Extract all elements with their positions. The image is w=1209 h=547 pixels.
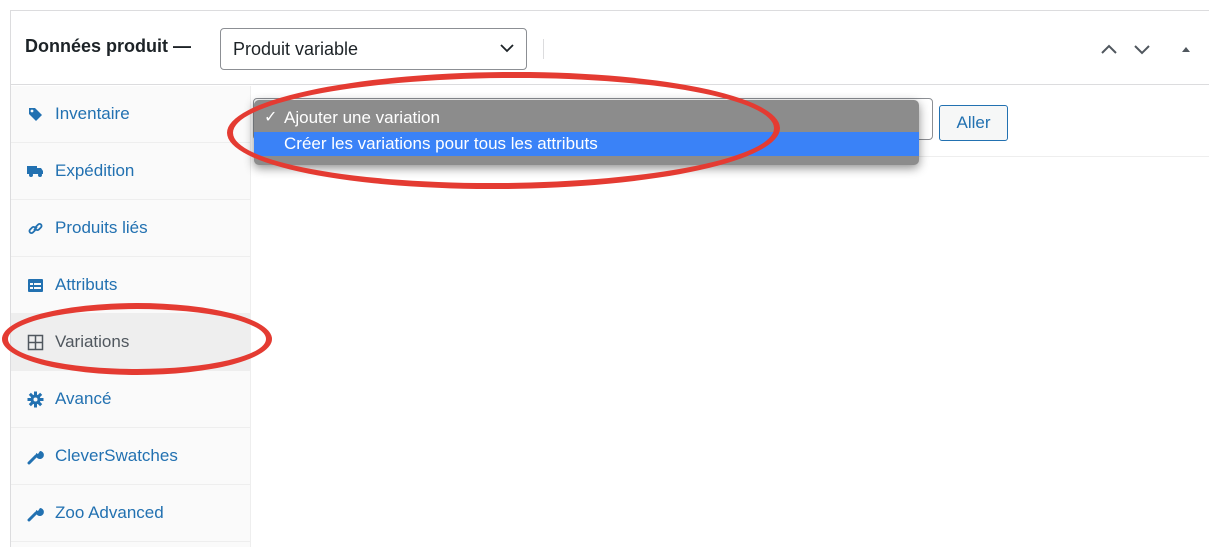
product-data-header: Données produit — Produit variable [11, 11, 1209, 85]
grid-icon [25, 332, 45, 352]
product-data-panel: Données produit — Produit variable Inven… [10, 10, 1209, 547]
list-view-icon [25, 275, 45, 295]
sidebar-item-attributs[interactable]: Attributs [11, 257, 250, 314]
product-type-select[interactable]: Produit variable [220, 28, 527, 70]
sidebar-item-label: Produits liés [55, 218, 148, 237]
tag-icon [25, 104, 45, 124]
sidebar-item-produits-lies[interactable]: Produits liés [11, 200, 250, 257]
go-button[interactable]: Aller [939, 105, 1008, 141]
sidebar-item-label: CleverSwatches [55, 446, 178, 465]
option-label: Créer les variations pour tous les attri… [284, 134, 598, 153]
gear-icon [25, 389, 45, 409]
move-down-button[interactable] [1131, 39, 1153, 59]
sidebar-item-avance[interactable]: Avancé [11, 371, 250, 428]
sidebar-item-label: Variations [55, 332, 130, 351]
collapse-panel-button[interactable] [1175, 39, 1197, 59]
sidebar-item-inventaire[interactable]: Inventaire [11, 86, 250, 143]
sidebar-item-label: Avancé [55, 389, 112, 408]
chevron-down-icon [1134, 45, 1150, 55]
dropdown-option-create-all-variations[interactable]: Créer les variations pour tous les attri… [254, 132, 919, 156]
chevron-down-icon [498, 39, 516, 57]
wrench-icon [25, 446, 45, 466]
panel-title: Données produit — [25, 36, 191, 56]
product-type-value: Produit variable [233, 39, 359, 59]
triangle-up-icon [1182, 47, 1190, 52]
sidebar-item-expedition[interactable]: Expédition [11, 143, 250, 200]
variation-action-dropdown-menu: ✓ Ajouter une variation Créer les variat… [254, 100, 919, 165]
truck-icon [25, 161, 45, 181]
wrench-icon [25, 503, 45, 523]
option-label: Ajouter une variation [284, 108, 440, 127]
sidebar-item-label: Zoo Advanced [55, 503, 164, 522]
chevron-up-icon [1101, 44, 1117, 54]
link-icon [25, 218, 45, 238]
sidebar-item-label: Inventaire [55, 104, 130, 123]
move-up-button[interactable] [1098, 39, 1120, 59]
checkmark-icon: ✓ [264, 109, 278, 126]
sidebar-item-label: Attributs [55, 275, 118, 294]
dropdown-option-add-variation[interactable]: ✓ Ajouter une variation [254, 106, 919, 130]
sidebar-item-cleverswatches[interactable]: CleverSwatches [11, 428, 250, 485]
sidebar-item-variations[interactable]: Variations [11, 314, 250, 371]
sidebar-item-zoo-advanced[interactable]: Zoo Advanced [11, 485, 250, 542]
product-data-tabs: Inventaire Expédition Produits liés Attr… [11, 86, 251, 547]
header-divider [543, 39, 544, 59]
sidebar-item-label: Expédition [55, 161, 135, 180]
